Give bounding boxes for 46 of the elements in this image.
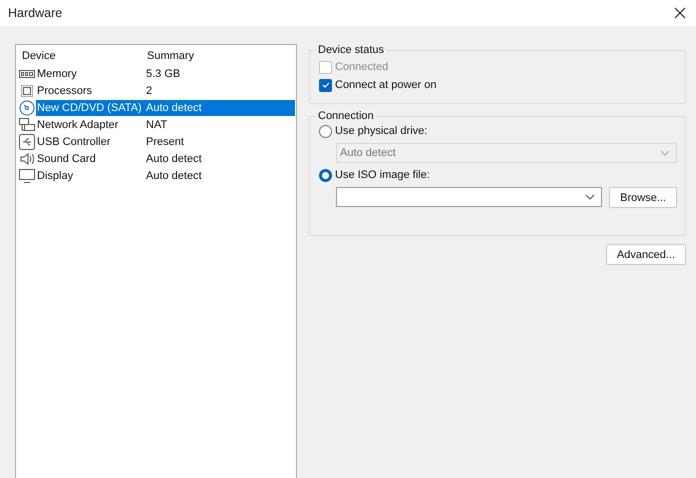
radio-button[interactable] — [319, 168, 332, 182]
device-name: Processors — [36, 84, 94, 96]
device-row[interactable]: New CD/DVD (SATA) Auto detect — [36, 100, 295, 116]
device-name: Network Adapter — [36, 118, 120, 130]
device-summary: Auto detect — [146, 102, 203, 114]
device-summary: 5.3 GB — [146, 68, 182, 80]
monitor-icon — [19, 168, 35, 184]
group-title: Device status — [317, 44, 386, 56]
checkbox-label: Connect at power on — [335, 79, 437, 91]
device-summary: NAT — [146, 118, 168, 130]
radio-label: Use physical drive: — [335, 125, 428, 137]
device-name: New CD/DVD (SATA) — [36, 102, 143, 114]
network-icon — [19, 116, 35, 132]
checkbox-label: Connected — [335, 61, 388, 73]
device-summary: Present — [146, 136, 185, 148]
column-header[interactable]: Device — [22, 50, 147, 62]
device-row[interactable]: Sound Card Auto detect — [36, 150, 295, 166]
group-title: Connection — [317, 110, 375, 122]
speaker-icon — [19, 150, 35, 166]
device-name: Display — [36, 170, 74, 182]
device-name: Memory — [36, 68, 78, 80]
radio-label: Use ISO image file: — [335, 169, 430, 181]
device-summary: 2 — [146, 84, 154, 96]
radio-button[interactable] — [319, 124, 332, 138]
usb-icon — [19, 134, 35, 150]
device-row[interactable]: Display Auto detect — [36, 168, 295, 184]
window-title: Hardware — [8, 6, 62, 20]
browse-button[interactable]: Browse... — [609, 187, 677, 208]
advanced-button[interactable]: Advanced... — [606, 244, 686, 265]
checkbox[interactable] — [319, 78, 332, 92]
device-row[interactable]: Processors 2 — [36, 82, 295, 98]
chevron-down-icon — [660, 150, 670, 156]
device-summary: Auto detect — [146, 152, 203, 164]
close-icon[interactable] — [674, 7, 686, 19]
device-row[interactable]: USB Controller Present — [36, 134, 295, 150]
column-header[interactable]: Summary — [147, 50, 296, 62]
disc-icon — [19, 100, 35, 116]
checkmark-icon — [320, 80, 330, 90]
device-name: Sound Card — [36, 152, 97, 164]
device-name: USB Controller — [36, 136, 112, 148]
iso-path-field[interactable] — [336, 187, 602, 207]
chip-icon — [19, 82, 35, 98]
device-summary: Auto detect — [146, 170, 203, 182]
device-row[interactable]: Memory 5.3 GB — [36, 66, 295, 82]
chevron-down-icon — [585, 194, 596, 200]
device-row[interactable]: Network Adapter NAT — [36, 116, 295, 132]
